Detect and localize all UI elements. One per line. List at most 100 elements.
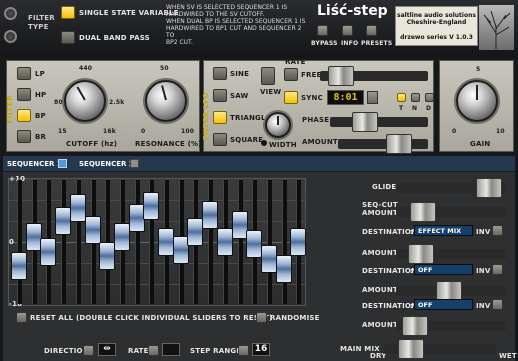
- single-state-button[interactable]: [61, 6, 75, 19]
- sync-flag-blank[interactable]: [397, 93, 406, 102]
- dual-band-button[interactable]: [61, 31, 75, 44]
- resonance-tick-100: 100: [181, 128, 195, 135]
- step-track: [281, 180, 287, 304]
- step-slider[interactable]: [187, 218, 204, 247]
- power-icon-2[interactable]: [4, 30, 17, 43]
- step-slider[interactable]: [246, 229, 263, 258]
- brand-box: saltline audio solutions Cheshire-Englan…: [395, 6, 478, 46]
- step-slider[interactable]: [40, 237, 57, 266]
- tab-sequencer-2-indicator[interactable]: [130, 159, 139, 168]
- step-slider[interactable]: [260, 245, 277, 274]
- filter-mode-br-label: BR: [35, 133, 47, 141]
- gain-knob[interactable]: [456, 80, 498, 122]
- lfo-shape-square-button[interactable]: [213, 133, 227, 146]
- dest3-amount-label: AMOUNT: [362, 321, 398, 329]
- randomise-button[interactable]: [256, 312, 267, 323]
- sync-stepper[interactable]: [367, 91, 378, 104]
- sync-flag-t-label: T: [399, 105, 404, 112]
- dest2-select[interactable]: OFF: [414, 264, 473, 275]
- step-track: [237, 180, 243, 304]
- dest2-inv-button[interactable]: [492, 264, 503, 275]
- cutoff-tick-440: 440: [79, 65, 93, 72]
- glide-fader[interactable]: [396, 178, 506, 198]
- step-slider[interactable]: [69, 194, 86, 223]
- dest3-select[interactable]: OFF: [414, 299, 473, 310]
- view-button[interactable]: [261, 67, 275, 85]
- step-slider[interactable]: [158, 228, 174, 256]
- dest2-colon: :: [410, 267, 413, 275]
- lfo-rate-fader[interactable]: [320, 66, 428, 86]
- info-label: INFO: [341, 40, 359, 47]
- step-slider[interactable]: [55, 206, 72, 235]
- lfo-title: FILTER LFO: [202, 92, 210, 141]
- step-slider[interactable]: [275, 254, 292, 283]
- presets-button[interactable]: [366, 25, 377, 36]
- sync-flag-d[interactable]: [425, 93, 434, 102]
- step-range-button[interactable]: [238, 345, 249, 356]
- direction-arrows-icon[interactable]: ⇹: [98, 343, 116, 356]
- lfo-amount-fader[interactable]: [338, 134, 428, 154]
- lfo-phase-fader[interactable]: [330, 112, 428, 132]
- lfo-shape-sine-button[interactable]: [213, 67, 227, 80]
- dest1-amount-fader[interactable]: [396, 244, 506, 264]
- tab-sequencer-1[interactable]: SEQUENCER 1: [7, 160, 62, 168]
- step-slider[interactable]: [202, 201, 219, 230]
- lfo-width-knob[interactable]: [265, 112, 291, 138]
- step-range-display: 16: [252, 343, 270, 356]
- filter-mode-br-button[interactable]: [17, 130, 31, 143]
- step-slider[interactable]: [143, 191, 160, 220]
- rate-free-label: FREE: [301, 71, 322, 79]
- filter-mode-bp-button[interactable]: [17, 109, 31, 122]
- filter-mode-lp-label: LP: [35, 70, 45, 78]
- resonance-tick-0: 0: [141, 128, 146, 135]
- lfo-shape-triangle-button[interactable]: [213, 111, 227, 124]
- sync-display: 8:01: [327, 90, 364, 105]
- dest3-amount-fader[interactable]: [396, 316, 506, 336]
- dual-band-label: DUAL BAND PASS: [79, 34, 150, 42]
- seq-rate-label: RATE: [128, 347, 149, 355]
- bypass-button[interactable]: [317, 25, 328, 36]
- dest3-inv-button[interactable]: [492, 299, 503, 310]
- info-button[interactable]: [342, 25, 353, 36]
- dest2-amount-fader[interactable]: [396, 281, 506, 301]
- rate-sync-button[interactable]: [284, 91, 298, 104]
- step-slider[interactable]: [231, 210, 248, 239]
- seq-rate-button[interactable]: [148, 345, 159, 356]
- seq-cut-amount-fader[interactable]: [396, 202, 506, 222]
- step-slider[interactable]: [216, 228, 233, 256]
- step-slider[interactable]: [25, 223, 42, 252]
- sync-flag-n[interactable]: [411, 93, 420, 102]
- lfo-shape-saw-button[interactable]: [213, 89, 227, 102]
- power-icon[interactable]: [4, 7, 17, 20]
- main-mix-fader[interactable]: [384, 339, 496, 359]
- dest1-select[interactable]: EFFECT MIX: [414, 225, 473, 236]
- cutoff-label: CUTOFF (hz): [66, 140, 118, 148]
- filter-mode-bp-label: BP: [35, 112, 46, 120]
- direction-button[interactable]: [83, 345, 94, 356]
- reset-all-button[interactable]: [16, 312, 27, 323]
- step-slider[interactable]: [84, 216, 101, 245]
- cutoff-knob[interactable]: [64, 80, 106, 122]
- step-slider[interactable]: [11, 252, 27, 280]
- sync-flag-d-label: D: [426, 105, 432, 112]
- app-title: Liść-step: [317, 3, 388, 19]
- step-slider[interactable]: [172, 235, 189, 264]
- step-slider[interactable]: [99, 242, 116, 271]
- dest1-inv-button[interactable]: [492, 225, 503, 236]
- filter-mode-lp-button[interactable]: [17, 67, 31, 80]
- presets-label: PRESETS: [361, 40, 393, 47]
- step-slider[interactable]: [113, 223, 130, 252]
- resonance-knob[interactable]: [145, 80, 187, 122]
- phase-label: PHASE: [302, 116, 330, 124]
- dest2-inv-label: INV: [476, 267, 491, 275]
- step-slider[interactable]: [290, 228, 307, 256]
- step-track: [17, 180, 22, 304]
- rate-sync-label: SYNC: [301, 94, 323, 102]
- tab-sequencer-2[interactable]: SEQUENCER 2: [79, 160, 134, 168]
- filter-mode-hp-button[interactable]: [17, 88, 31, 101]
- tab-sequencer-1-indicator[interactable]: [58, 159, 67, 168]
- seq-rate-icon[interactable]: [162, 343, 180, 356]
- cutoff-tick-15: 15: [58, 128, 67, 135]
- rate-free-button[interactable]: [284, 68, 298, 81]
- step-slider[interactable]: [128, 204, 145, 232]
